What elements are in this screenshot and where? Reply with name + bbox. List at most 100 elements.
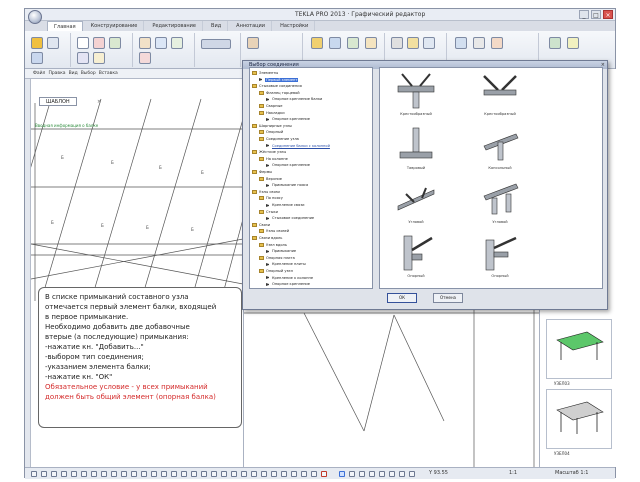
document-tab-close-icon[interactable]: ×: [97, 99, 101, 105]
join-icon[interactable]: [271, 471, 277, 477]
drawing-canvas-lower[interactable]: [243, 301, 539, 467]
menu-file[interactable]: Файл: [33, 69, 45, 78]
rectangle-tool-icon[interactable]: [77, 52, 89, 64]
tab-annotations[interactable]: Аннотации: [230, 21, 273, 31]
trim-status-icon[interactable]: [201, 471, 207, 477]
tree-item[interactable]: Верхние: [259, 176, 282, 182]
pan-icon[interactable]: [407, 37, 419, 49]
table-icon[interactable]: [181, 471, 187, 477]
tree-item[interactable]: Примыкание пояса: [266, 182, 308, 188]
gallery-item[interactable]: Угловой: [388, 180, 444, 234]
explode-icon[interactable]: [261, 471, 267, 477]
gallery-item[interactable]: Консольный: [472, 126, 528, 180]
break-icon[interactable]: [281, 471, 287, 477]
menu-select[interactable]: Выбор: [81, 69, 96, 78]
print-icon[interactable]: [455, 37, 467, 49]
offset-icon[interactable]: [221, 471, 227, 477]
measure-status-icon[interactable]: [171, 471, 177, 477]
extend-icon[interactable]: [211, 471, 217, 477]
zoom-window-icon[interactable]: [349, 471, 355, 477]
zoom-prev-icon[interactable]: [369, 471, 375, 477]
polar-icon[interactable]: [71, 471, 77, 477]
delete-icon[interactable]: [321, 471, 327, 477]
tree-item[interactable]: Узлы связей: [259, 228, 289, 234]
tree-item[interactable]: Элементы: [252, 70, 278, 76]
maximize-button[interactable]: □: [591, 10, 601, 19]
osnap-icon[interactable]: [81, 471, 87, 477]
snap-icon[interactable]: [41, 471, 47, 477]
drawing-canvas[interactable]: Б Б Б Б Б Б Б Б ШАБЛОН × Вводная информа…: [31, 79, 243, 301]
minimize-button[interactable]: _: [579, 10, 589, 19]
tree-item[interactable]: Опорное крепление: [266, 116, 310, 122]
text-style-icon[interactable]: [141, 471, 147, 477]
cancel-button[interactable]: Отмена: [433, 293, 463, 303]
scale-icon[interactable]: [301, 471, 307, 477]
library-item-2[interactable]: [546, 389, 612, 449]
tree-item[interactable]: Крепление связи: [266, 202, 304, 208]
tree-item[interactable]: Опорное крепление балки: [266, 96, 322, 102]
regen-icon[interactable]: [379, 471, 385, 477]
paste-icon[interactable]: [31, 37, 43, 49]
document-tab[interactable]: ШАБЛОН: [39, 97, 77, 106]
pencil-icon[interactable]: [311, 37, 323, 49]
tree-item[interactable]: Шарнирные узлы: [252, 123, 292, 129]
app-menu-orb-icon[interactable]: [28, 10, 42, 24]
line-tool-icon[interactable]: [77, 37, 89, 49]
zoom-icon[interactable]: [391, 37, 403, 49]
mirror-icon[interactable]: [171, 37, 183, 49]
measure-icon[interactable]: [329, 37, 341, 49]
polyline-tool-icon[interactable]: [93, 52, 105, 64]
rotate-icon[interactable]: [155, 37, 167, 49]
stretch-icon[interactable]: [291, 471, 297, 477]
tree-item[interactable]: Фермы: [252, 169, 272, 175]
text-icon[interactable]: [365, 37, 377, 49]
grid-icon[interactable]: [347, 37, 359, 49]
tree-item[interactable]: Соединение узла: [259, 136, 299, 142]
tab-home[interactable]: Главная: [47, 21, 83, 31]
block-icon[interactable]: [161, 471, 167, 477]
tree-item[interactable]: Узел вдоль: [259, 242, 287, 248]
beam-icon[interactable]: [201, 39, 231, 49]
tree-item[interactable]: На колонне: [259, 156, 288, 162]
tree-item[interactable]: Жёсткие узлы: [252, 149, 286, 155]
fit-icon[interactable]: [423, 37, 435, 49]
color-icon[interactable]: [101, 471, 107, 477]
align-icon[interactable]: [311, 471, 317, 477]
tree-item[interactable]: Соединение балки с колонной: [266, 143, 330, 149]
tree-item[interactable]: Опорный узел: [259, 268, 293, 274]
layers-icon[interactable]: [409, 471, 415, 477]
zoom-extents-icon[interactable]: [359, 471, 365, 477]
gallery-item[interactable]: Опорный: [472, 234, 528, 288]
tab-edit[interactable]: Редактирование: [146, 21, 204, 31]
grid-snap-icon[interactable]: [61, 471, 67, 477]
dimension-icon[interactable]: [131, 471, 137, 477]
layer-icon[interactable]: [91, 471, 97, 477]
tree-item[interactable]: Крепление плиты: [266, 261, 306, 267]
array-icon[interactable]: [231, 471, 237, 477]
ok-button[interactable]: ОК: [387, 293, 417, 303]
gallery-item[interactable]: Угловой: [472, 180, 528, 234]
tree-item[interactable]: Связи: [252, 222, 270, 228]
lineweight-icon[interactable]: [121, 471, 127, 477]
gallery-item[interactable]: Опорный: [388, 234, 444, 288]
fillet-icon[interactable]: [241, 471, 247, 477]
tree-item[interactable]: Опорное крепление: [266, 162, 310, 168]
tree-item[interactable]: Сварные: [259, 103, 283, 109]
tree-item[interactable]: Опорный: [259, 129, 283, 135]
tree-item[interactable]: Первый элемент: [259, 77, 299, 83]
node-icon[interactable]: [247, 37, 259, 49]
tree-item[interactable]: Накладки: [259, 110, 285, 116]
tree-item[interactable]: Связи вдоль: [252, 235, 282, 241]
tree-item[interactable]: Узлы связи: [252, 189, 280, 195]
tree-item[interactable]: Стыковое соединение: [266, 215, 314, 221]
tree-item[interactable]: По поясу: [259, 195, 283, 201]
redraw-icon[interactable]: [389, 471, 395, 477]
ortho-icon[interactable]: [51, 471, 57, 477]
chamfer-icon[interactable]: [251, 471, 257, 477]
arc-tool-icon[interactable]: [109, 37, 121, 49]
library-item-1[interactable]: [546, 319, 612, 379]
active-select-icon[interactable]: [339, 471, 345, 477]
connection-tree[interactable]: Элементы Первый элемент Стыковые соединени…: [249, 67, 373, 289]
tab-settings[interactable]: Настройки: [274, 21, 316, 31]
settings-icon[interactable]: [549, 37, 561, 49]
